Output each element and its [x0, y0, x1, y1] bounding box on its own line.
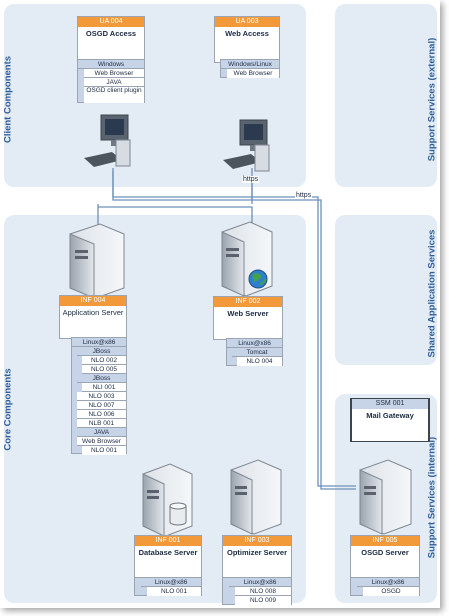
web-server-icon [221, 221, 273, 297]
inf004-item: Web Browser [77, 437, 126, 446]
ua004-item: Windows [78, 60, 144, 69]
inf001-id: INF 001 [135, 536, 201, 546]
inf004-item: NLB 001 [77, 419, 126, 428]
inf004-id: INF 004 [60, 296, 126, 306]
inf005-title: OSGD Server [361, 548, 409, 557]
inf004-item: JAVA [77, 428, 126, 437]
optimizer-server-icon [230, 459, 282, 535]
inf001-item: Linux@x86 [141, 578, 201, 587]
inf004-item: NLI 001 [82, 383, 126, 392]
ua004-id: UA 004 [78, 17, 144, 27]
ua003-item: Windows/Linux [221, 60, 279, 69]
inf003-item: Linux@x86 [229, 578, 291, 587]
inf001-card[interactable]: INF 001 Database Server [134, 535, 202, 579]
application-server-icon [69, 223, 125, 299]
ua004-stack: Windows Web Browser JAVA OSGD client plu… [77, 59, 145, 103]
inf001-stack: Linux@x86 NLO 001 [134, 577, 202, 596]
ssm001-card[interactable]: SSM 001 Mail Gateway [350, 398, 430, 442]
inf003-item: NLO 008 [235, 587, 291, 596]
inf004-item: NLO 003 [77, 392, 126, 401]
ua004-item: OSGD client plugin [84, 87, 144, 103]
workstation-osgd-icon [84, 114, 131, 167]
ua004-title: OSGD Access [85, 29, 137, 38]
inf003-item: NLO 009 [235, 596, 291, 605]
ssm001-id: SSM 001 [352, 399, 428, 409]
inf004-item: JBoss [77, 374, 126, 383]
inf004-stack: Linux@x86 JBoss NLO 002 NLO 005 JBoss NL… [71, 337, 127, 455]
inf004-item: Linux@x86 [72, 338, 126, 347]
link-label-https: https [242, 176, 260, 183]
inf001-item: NLO 001 [147, 587, 201, 596]
inf004-item: NLO 007 [77, 401, 126, 410]
inf005-stack: Linux@x86 OSGD [350, 577, 420, 596]
inf003-id: INF 003 [223, 536, 291, 546]
inf003-stack: Linux@x86 NLO 008 NLO 009 [222, 577, 292, 605]
inf003-title: Optimizer Server [226, 548, 288, 557]
inf005-card[interactable]: INF 005 OSGD Server [350, 535, 420, 579]
inf004-item: NLO 005 [82, 365, 126, 374]
inf004-card[interactable]: INF 004 Application Server [59, 295, 127, 339]
inf005-id: INF 005 [351, 536, 419, 546]
inf004-title: Application Server [62, 308, 124, 317]
link-label-https-internal: https [295, 192, 313, 199]
ua004-card[interactable]: UA 004 OSGD Access [77, 16, 145, 63]
ua004-item: Web Browser [84, 69, 144, 78]
ua003-title: Web Access [225, 29, 269, 38]
inf002-item: NLO 004 [237, 357, 282, 366]
inf005-item: OSGD [363, 587, 419, 596]
database-server-icon [142, 463, 193, 537]
ua003-item: Web Browser [227, 69, 279, 78]
inf002-stack: Linux@x86 Tomcat NLO 004 [226, 338, 283, 366]
diagram-canvas: Client Components Core Components Suppor… [0, 0, 440, 608]
inf002-card[interactable]: INF 002 Web Server [213, 296, 283, 340]
inf002-item: Linux@x86 [227, 339, 282, 348]
inf003-card[interactable]: INF 003 Optimizer Server [222, 535, 292, 579]
inf001-title: Database Server [138, 548, 198, 557]
ua003-id: UA 003 [215, 17, 279, 27]
inf004-item: NLO 001 [82, 446, 126, 455]
ua003-stack: Windows/Linux Web Browser [220, 59, 280, 78]
ua004-item: JAVA [84, 78, 144, 87]
ssm001-title: Mail Gateway [366, 411, 414, 420]
inf005-item: Linux@x86 [357, 578, 419, 587]
inf002-item: Tomcat [232, 348, 282, 357]
inf002-title: Web Server [227, 309, 269, 318]
workstation-web-icon [223, 119, 270, 172]
osgd-server-icon [359, 459, 412, 535]
inf004-item: NLO 002 [82, 356, 126, 365]
ua003-card[interactable]: UA 003 Web Access [214, 16, 280, 63]
inf004-item: NLO 006 [77, 410, 126, 419]
inf004-item: JBoss [77, 347, 126, 356]
inf002-id: INF 002 [214, 297, 282, 307]
